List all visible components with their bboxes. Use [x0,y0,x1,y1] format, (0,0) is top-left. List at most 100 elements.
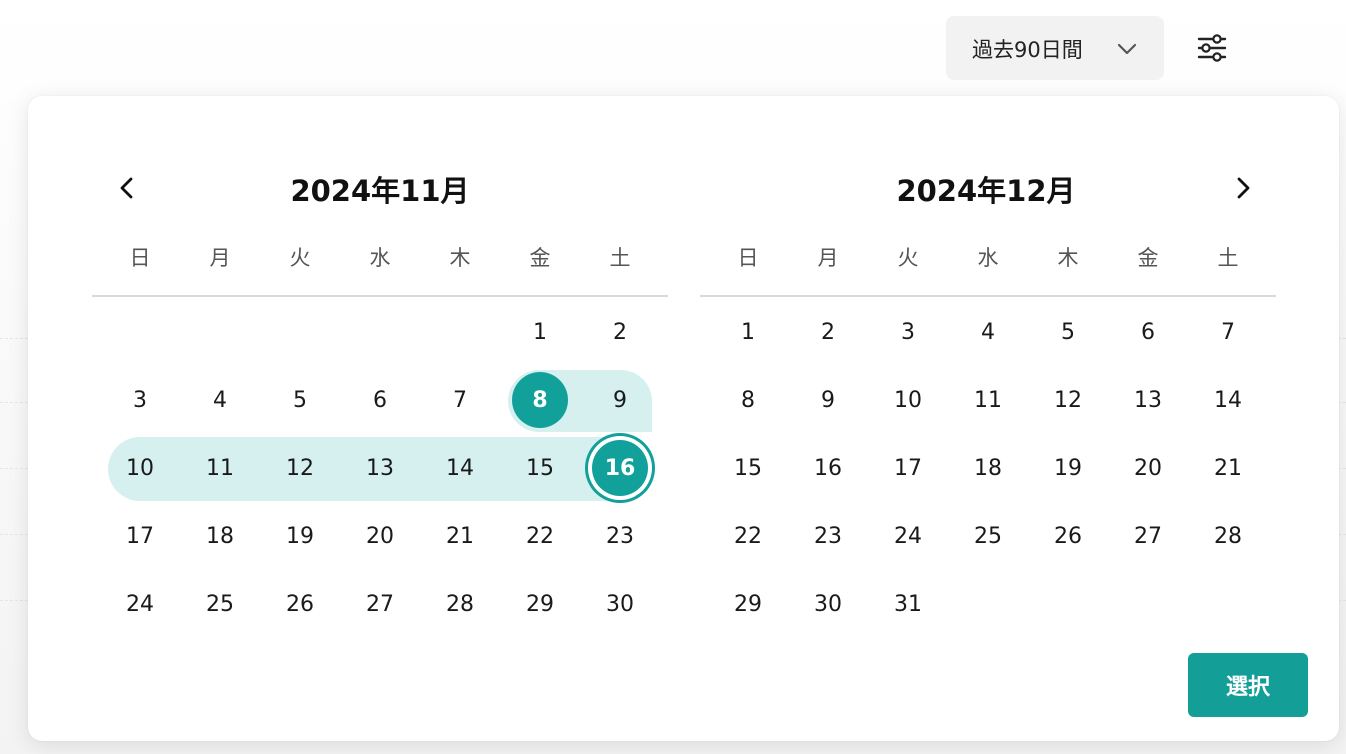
day-number: 27 [366,591,394,617]
calendar-day[interactable]: 1 [500,302,580,362]
calendar-day[interactable]: 19 [1028,438,1108,498]
calendar-day[interactable]: 22 [500,506,580,566]
calendar-day[interactable]: 22 [708,506,788,566]
day-number: 6 [1141,319,1155,345]
calendar-day[interactable]: 9 [580,370,660,430]
calendar-day[interactable]: 8 [708,370,788,430]
day-number: 28 [446,591,474,617]
select-button[interactable]: 選択 [1188,653,1308,717]
calendar-day[interactable]: 2 [788,302,868,362]
calendar-day[interactable]: 29 [708,574,788,634]
calendar-day[interactable]: 25 [948,506,1028,566]
day-number: 25 [974,523,1002,549]
calendar-day[interactable]: 11 [180,438,260,498]
calendar-day[interactable]: 18 [948,438,1028,498]
day-number: 18 [206,523,234,549]
calendar-day[interactable]: 30 [580,574,660,634]
day-number: 13 [1134,387,1162,413]
calendar-day[interactable]: 19 [260,506,340,566]
calendar-day[interactable]: 3 [868,302,948,362]
day-number: 5 [1061,319,1075,345]
calendar-day[interactable]: 27 [1108,506,1188,566]
calendar-day[interactable]: 20 [340,506,420,566]
day-number: 8 [512,372,568,428]
calendar-day[interactable]: 15 [500,438,580,498]
calendar-day[interactable]: 28 [1188,506,1268,566]
calendar-day[interactable]: 12 [260,438,340,498]
calendar-day[interactable]: 17 [100,506,180,566]
calendar-day[interactable]: 7 [420,370,500,430]
calendar-day[interactable]: 25 [180,574,260,634]
weekday-header: 水 [369,246,391,270]
calendar-day[interactable]: 5 [260,370,340,430]
calendar-day[interactable]: 4 [180,370,260,430]
weekday-divider [700,295,1276,297]
weekday-header: 日 [129,246,151,270]
day-number: 1 [533,319,547,345]
calendar-day[interactable]: 13 [340,438,420,498]
day-number: 7 [1221,319,1235,345]
calendar-day[interactable]: 30 [788,574,868,634]
calendar-day[interactable]: 4 [948,302,1028,362]
weekday-header: 木 [1057,246,1079,270]
calendar-day[interactable]: 24 [868,506,948,566]
calendar-day[interactable]: 15 [708,438,788,498]
calendar-day[interactable]: 23 [788,506,868,566]
calendar-day[interactable]: 26 [260,574,340,634]
calendar-day[interactable]: 12 [1028,370,1108,430]
calendar-day[interactable]: 10 [868,370,948,430]
month-title-november: 2024年11月 [290,174,470,208]
calendar-day[interactable]: 20 [1108,438,1188,498]
calendar-day[interactable]: 27 [340,574,420,634]
calendar-day[interactable]: 7 [1188,302,1268,362]
calendar-day[interactable]: 6 [340,370,420,430]
day-number: 23 [606,523,634,549]
day-number: 15 [526,455,554,481]
day-number: 25 [206,591,234,617]
day-number: 31 [894,591,922,617]
day-number: 19 [1054,455,1082,481]
day-number: 28 [1214,523,1242,549]
calendar-day[interactable]: 11 [948,370,1028,430]
calendar-day[interactable]: 9 [788,370,868,430]
calendar-day[interactable]: 6 [1108,302,1188,362]
calendar-day[interactable]: 21 [1188,438,1268,498]
calendar-day[interactable]: 5 [1028,302,1108,362]
day-number: 22 [734,523,762,549]
weekday-header: 火 [289,246,311,270]
day-number: 13 [366,455,394,481]
chevron-right-icon[interactable] [1228,173,1258,203]
calendar-day[interactable]: 10 [100,438,180,498]
calendar-day[interactable]: 3 [100,370,180,430]
calendar-day[interactable]: 2 [580,302,660,362]
day-number: 30 [814,591,842,617]
calendar-day[interactable]: 14 [420,438,500,498]
day-number: 12 [286,455,314,481]
day-number: 2 [613,319,627,345]
calendar-day[interactable]: 13 [1108,370,1188,430]
calendar-day[interactable]: 17 [868,438,948,498]
day-number: 23 [814,523,842,549]
calendar-day[interactable]: 21 [420,506,500,566]
chevron-left-icon[interactable] [112,173,142,203]
calendar-day[interactable]: 31 [868,574,948,634]
calendar-day[interactable]: 1 [708,302,788,362]
calendar-day-range-start[interactable]: 8 [500,370,580,430]
calendar-day[interactable]: 18 [180,506,260,566]
day-number: 19 [286,523,314,549]
weekday-header: 土 [1217,246,1239,270]
day-number: 17 [126,523,154,549]
top-toolbar: 過去90日間 [0,0,1346,96]
calendar-day-range-end[interactable]: 16 [580,438,660,498]
calendar-day[interactable]: 26 [1028,506,1108,566]
calendar-day[interactable]: 29 [500,574,580,634]
day-number: 4 [981,319,995,345]
calendar-day[interactable]: 14 [1188,370,1268,430]
calendar-day[interactable]: 23 [580,506,660,566]
date-range-dropdown[interactable]: 過去90日間 [946,16,1164,80]
sliders-icon[interactable] [1190,28,1234,68]
day-number: 29 [734,591,762,617]
calendar-day[interactable]: 16 [788,438,868,498]
calendar-day[interactable]: 28 [420,574,500,634]
calendar-day[interactable]: 24 [100,574,180,634]
